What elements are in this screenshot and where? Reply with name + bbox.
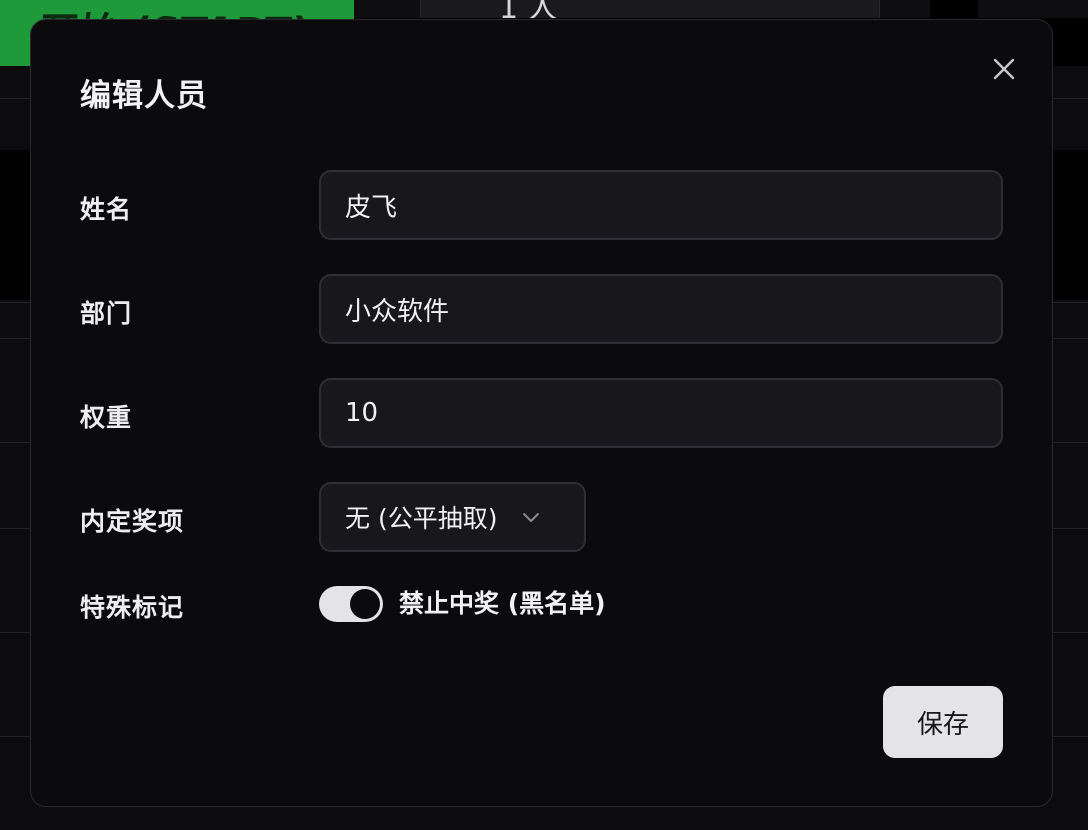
toggle-knob [350,589,380,619]
close-icon [993,58,1015,80]
chevron-down-icon [523,513,540,522]
preset-prize-select[interactable]: 无 (公平抽取) [319,482,586,552]
close-button[interactable] [989,54,1019,84]
blacklist-toggle[interactable] [319,586,383,622]
name-label: 姓名 [80,195,133,224]
preset-prize-value: 无 (公平抽取) [345,504,498,533]
weight-label: 权重 [80,403,133,432]
department-label: 部门 [80,299,133,328]
background-block [930,0,978,18]
name-input[interactable] [319,170,1003,240]
edit-person-dialog: 编辑人员 姓名 部门 权重 内定奖项 无 (公平抽取) 特殊标记 禁止中奖 (黑… [30,19,1053,807]
dialog-title: 编辑人员 [80,78,208,114]
department-input[interactable] [319,274,1003,344]
participant-counter: 1 人 [420,0,880,18]
blacklist-toggle-label: 禁止中奖 (黑名单) [399,589,606,618]
weight-input[interactable] [319,378,1003,448]
preset-prize-label: 内定奖项 [80,507,185,536]
special-flag-label: 特殊标记 [80,593,185,622]
save-button[interactable]: 保存 [883,686,1003,758]
